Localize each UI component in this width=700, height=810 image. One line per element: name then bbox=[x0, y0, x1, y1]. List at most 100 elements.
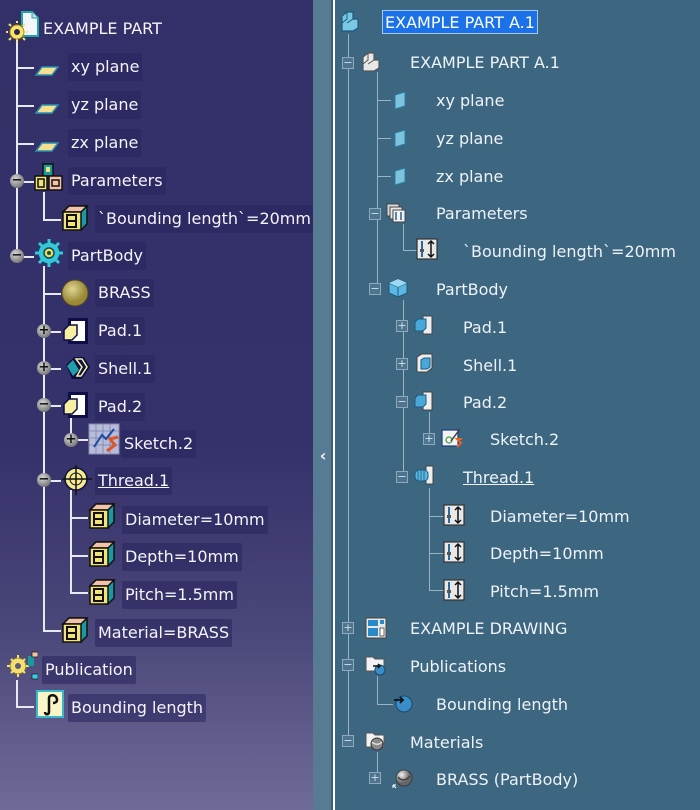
sketch-icon[interactable] bbox=[441, 427, 463, 449]
tree-item-label[interactable]: Shell.1 bbox=[95, 355, 156, 383]
expand-toggle[interactable]: + bbox=[64, 433, 78, 447]
tree-item-label[interactable]: Pitch=1.5mm bbox=[490, 580, 599, 604]
parameter-icon[interactable] bbox=[86, 500, 118, 532]
expand-toggle[interactable]: + bbox=[37, 361, 51, 375]
material-sphere-icon[interactable] bbox=[60, 278, 90, 308]
parameter-icon[interactable] bbox=[416, 238, 438, 260]
pad-icon[interactable] bbox=[62, 316, 90, 346]
tree-item-label[interactable]: xy plane bbox=[68, 53, 143, 81]
tree-item-label[interactable]: Depth=10mm bbox=[122, 543, 242, 571]
tree-item-label[interactable]: Sketch.2 bbox=[490, 428, 559, 452]
expand-toggle[interactable]: + bbox=[396, 358, 408, 370]
shell-icon[interactable] bbox=[62, 353, 92, 383]
tree-item-label[interactable]: Diameter=10mm bbox=[122, 506, 268, 534]
tree-item-label[interactable]: Pad.2 bbox=[463, 391, 507, 415]
tree-item-label[interactable]: xy plane bbox=[436, 89, 504, 113]
tree-item-label[interactable]: PartBody bbox=[68, 242, 146, 270]
tree-item-label[interactable]: EXAMPLE DRAWING bbox=[410, 617, 567, 641]
expand-toggle[interactable]: + bbox=[37, 324, 51, 338]
parameter-icon[interactable] bbox=[443, 579, 465, 601]
collapse-toggle[interactable]: − bbox=[10, 174, 24, 188]
pad-icon[interactable] bbox=[62, 390, 90, 420]
published-parameter-icon[interactable] bbox=[36, 690, 64, 718]
pad-icon[interactable] bbox=[413, 390, 435, 412]
parameter-icon[interactable] bbox=[443, 504, 465, 526]
collapse-toggle[interactable]: − bbox=[369, 283, 381, 295]
parameters-icon[interactable] bbox=[33, 162, 65, 194]
collapse-toggle[interactable]: − bbox=[10, 249, 24, 263]
tree-item-label[interactable]: `Bounding length`=20mm bbox=[463, 240, 676, 264]
collapse-chevron-icon[interactable]: ‹ bbox=[316, 448, 330, 464]
collapse-toggle[interactable]: − bbox=[396, 471, 408, 483]
expand-toggle[interactable]: + bbox=[396, 320, 408, 332]
tree-item-label[interactable]: Thread.1 bbox=[95, 467, 173, 495]
part-document-icon[interactable] bbox=[6, 10, 40, 44]
tree-item-label[interactable]: Pad.1 bbox=[95, 317, 146, 345]
tree-item-label[interactable]: EXAMPLE PART A.1 bbox=[410, 51, 560, 75]
parameter-icon[interactable] bbox=[59, 614, 91, 646]
expand-toggle[interactable]: + bbox=[423, 433, 435, 445]
panel-splitter[interactable]: ‹ bbox=[313, 0, 333, 810]
collapse-toggle[interactable]: − bbox=[369, 208, 381, 220]
sketch-icon[interactable] bbox=[88, 423, 120, 455]
partbody-cube-icon[interactable] bbox=[387, 277, 409, 299]
tree-item-label[interactable]: Diameter=10mm bbox=[490, 505, 630, 529]
tree-item-label[interactable]: Bounding length bbox=[436, 693, 568, 717]
plane-icon[interactable] bbox=[391, 166, 413, 188]
tree-item-label[interactable]: Materials bbox=[410, 731, 483, 755]
collapse-toggle[interactable]: − bbox=[396, 396, 408, 408]
shell-icon[interactable] bbox=[414, 352, 436, 374]
tree-item-label[interactable]: Shell.1 bbox=[463, 354, 517, 378]
parameters-icon[interactable] bbox=[385, 202, 407, 224]
collapse-toggle[interactable]: − bbox=[37, 398, 51, 412]
parameter-icon[interactable] bbox=[59, 202, 91, 234]
selected-root-label[interactable]: EXAMPLE PART A.1 bbox=[382, 10, 538, 34]
collapse-toggle[interactable]: − bbox=[342, 659, 354, 671]
thread-icon[interactable] bbox=[61, 464, 93, 496]
tree-item-label[interactable]: zx plane bbox=[68, 129, 142, 157]
product-icon[interactable] bbox=[339, 10, 361, 32]
drawing-icon[interactable] bbox=[365, 617, 387, 639]
plane-icon[interactable] bbox=[391, 90, 413, 112]
plane-icon[interactable] bbox=[34, 135, 60, 161]
tree-item-label[interactable]: Bounding length bbox=[68, 694, 207, 722]
material-icon[interactable] bbox=[392, 767, 414, 789]
materials-folder-icon[interactable] bbox=[365, 730, 387, 752]
tree-item-label[interactable]: Material=BRASS bbox=[95, 619, 233, 647]
tree-item-label[interactable]: Publication bbox=[42, 656, 136, 684]
plane-icon[interactable] bbox=[391, 128, 413, 150]
tree-item-label[interactable]: Sketch.2 bbox=[121, 430, 197, 458]
publication-icon[interactable] bbox=[6, 651, 38, 681]
tree-item-label[interactable]: Depth=10mm bbox=[490, 542, 604, 566]
collapse-toggle[interactable]: − bbox=[342, 57, 354, 69]
tree-item-label[interactable]: Pad.2 bbox=[95, 393, 146, 421]
tree-item-label[interactable]: yz plane bbox=[68, 91, 142, 119]
tree-item-label[interactable]: BRASS (PartBody) bbox=[436, 768, 578, 792]
part-icon[interactable] bbox=[360, 50, 382, 72]
plane-icon[interactable] bbox=[34, 97, 60, 123]
partbody-gear-icon[interactable] bbox=[34, 238, 64, 268]
tree-item-label[interactable]: `Bounding length`=20mm bbox=[95, 205, 313, 233]
tree-item-label[interactable]: BRASS bbox=[95, 279, 154, 307]
expand-toggle[interactable]: + bbox=[369, 772, 381, 784]
tree-item-label[interactable]: yz plane bbox=[436, 127, 503, 151]
pad-icon[interactable] bbox=[413, 314, 435, 336]
publications-folder-icon[interactable] bbox=[365, 654, 387, 676]
plane-icon[interactable] bbox=[34, 59, 60, 85]
thread-icon[interactable] bbox=[413, 464, 435, 486]
tree-item-label[interactable]: Parameters bbox=[436, 202, 528, 226]
tree-item-label[interactable]: Pad.1 bbox=[463, 316, 507, 340]
tree-item-label[interactable]: Thread.1 bbox=[463, 466, 534, 490]
collapse-toggle[interactable]: − bbox=[37, 473, 51, 487]
tree-item-label[interactable]: PartBody bbox=[436, 278, 508, 302]
tree-item-label[interactable]: Parameters bbox=[68, 167, 166, 195]
publication-icon[interactable] bbox=[392, 692, 414, 714]
tree-root-label[interactable]: EXAMPLE PART bbox=[40, 15, 165, 43]
tree-item-label[interactable]: Publications bbox=[410, 655, 506, 679]
tree-item-label[interactable]: zx plane bbox=[436, 165, 503, 189]
parameter-icon[interactable] bbox=[86, 576, 118, 608]
tree-item-label[interactable]: Pitch=1.5mm bbox=[122, 581, 237, 609]
parameter-icon[interactable] bbox=[86, 538, 118, 570]
collapse-toggle[interactable]: − bbox=[342, 735, 354, 747]
parameter-icon[interactable] bbox=[443, 541, 465, 563]
